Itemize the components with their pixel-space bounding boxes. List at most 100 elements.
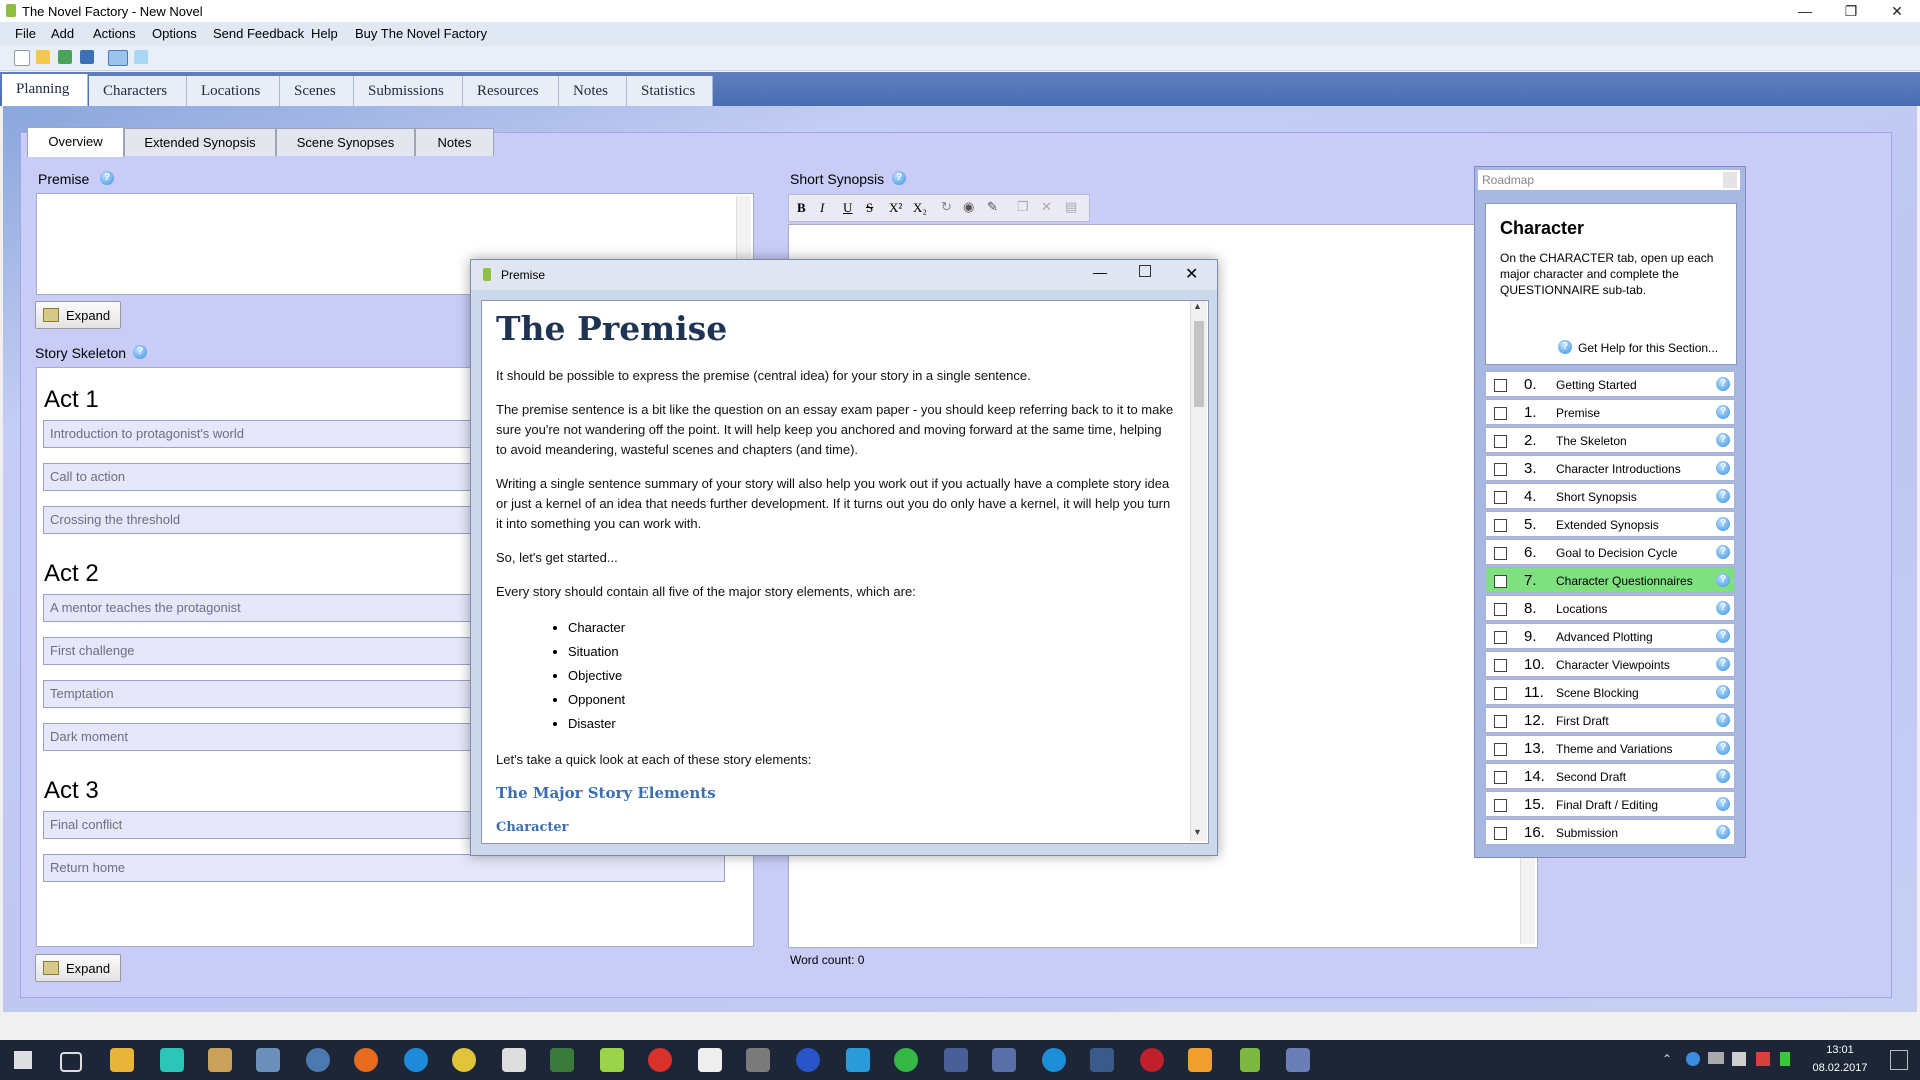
edge-icon[interactable]: [404, 1048, 428, 1072]
roadmap-checkbox[interactable]: [1494, 743, 1507, 756]
roadmap-item[interactable]: 10. Character Viewpoints?: [1485, 651, 1735, 677]
steam-icon[interactable]: [1090, 1048, 1114, 1072]
roadmap-checkbox[interactable]: [1494, 435, 1507, 448]
app-icon[interactable]: [256, 1048, 280, 1072]
roadmap-item[interactable]: 1. Premise?: [1485, 399, 1735, 425]
subtab-scene-synopses[interactable]: Scene Synopses: [276, 128, 415, 156]
help-icon[interactable]: ?: [1716, 461, 1730, 475]
italic-icon[interactable]: I: [820, 200, 824, 216]
roadmap-item[interactable]: 4. Short Synopsis?: [1485, 483, 1735, 509]
roadmap-item[interactable]: 0. Getting Started?: [1485, 371, 1735, 397]
help-icon[interactable]: ?: [1716, 741, 1730, 755]
subtab-extended-synopsis[interactable]: Extended Synopsis: [124, 128, 276, 156]
roadmap-item[interactable]: 3. Character Introductions?: [1485, 455, 1735, 481]
roadmap-checkbox[interactable]: [1494, 491, 1507, 504]
clock-time[interactable]: 13:01: [1810, 1044, 1870, 1056]
strikethrough-icon[interactable]: S: [866, 200, 873, 216]
help-icon[interactable]: ?: [1716, 545, 1730, 559]
roadmap-checkbox[interactable]: [1494, 603, 1507, 616]
help-icon[interactable]: ?: [1716, 657, 1730, 671]
help-icon[interactable]: ?: [1716, 601, 1730, 615]
volume-icon[interactable]: [1732, 1052, 1746, 1066]
layout-icon[interactable]: [108, 50, 128, 66]
roadmap-item[interactable]: 6. Goal to Decision Cycle?: [1485, 539, 1735, 565]
dialog-minimize-icon[interactable]: —: [1093, 264, 1107, 280]
subscript-icon[interactable]: X₂: [913, 200, 927, 216]
menu-actions[interactable]: Actions: [93, 26, 136, 41]
app-icon[interactable]: [160, 1048, 184, 1072]
roadmap-item[interactable]: 9. Advanced Plotting?: [1485, 623, 1735, 649]
dialog-scrollbar[interactable]: ▲ ▼: [1190, 301, 1207, 841]
help-icon[interactable]: ?: [1716, 713, 1730, 727]
roadmap-item[interactable]: 12. First Draft?: [1485, 707, 1735, 733]
app-icon[interactable]: [550, 1048, 574, 1072]
roadmap-item[interactable]: 5. Extended Synopsis?: [1485, 511, 1735, 537]
roadmap-item[interactable]: 8. Locations?: [1485, 595, 1735, 621]
synopsis-help-icon[interactable]: ?: [892, 171, 906, 185]
menu-file[interactable]: File: [15, 26, 36, 41]
cut-icon[interactable]: ✕: [1041, 199, 1052, 215]
redo-icon[interactable]: ↻: [941, 199, 952, 215]
firefox-icon[interactable]: [354, 1048, 378, 1072]
roadmap-checkbox[interactable]: [1494, 827, 1507, 840]
skeleton-help-icon[interactable]: ?: [133, 345, 147, 359]
tab-scenes[interactable]: Scenes: [280, 76, 354, 106]
roadmap-checkbox[interactable]: [1494, 463, 1507, 476]
roadmap-checkbox[interactable]: [1494, 659, 1507, 672]
dialog-maximize-icon[interactable]: [1139, 265, 1151, 277]
app-icon[interactable]: [944, 1048, 968, 1072]
app-icon[interactable]: [600, 1048, 624, 1072]
task-view-icon[interactable]: [60, 1052, 82, 1072]
subtab-notes[interactable]: Notes: [415, 128, 494, 156]
help-icon[interactable]: ?: [1716, 433, 1730, 447]
roadmap-item[interactable]: 16. Submission?: [1485, 819, 1735, 845]
new-file-icon[interactable]: [14, 50, 30, 66]
help-icon[interactable]: ?: [1558, 340, 1572, 354]
app-icon[interactable]: [208, 1048, 232, 1072]
help-icon[interactable]: ?: [1716, 377, 1730, 391]
network-icon[interactable]: [1708, 1052, 1724, 1064]
scroll-up-icon[interactable]: ▲: [1193, 301, 1202, 311]
roadmap-item[interactable]: 14. Second Draft?: [1485, 763, 1735, 789]
app-icon[interactable]: [306, 1048, 330, 1072]
roadmap-checkbox[interactable]: [1494, 631, 1507, 644]
roadmap-checkbox[interactable]: [1494, 715, 1507, 728]
save-icon[interactable]: [80, 50, 94, 64]
help-icon[interactable]: ?: [1716, 489, 1730, 503]
roadmap-item[interactable]: 11. Scene Blocking?: [1485, 679, 1735, 705]
roadmap-checkbox[interactable]: [1494, 519, 1507, 532]
help-icon[interactable]: ?: [1716, 517, 1730, 531]
file-explorer-icon[interactable]: [110, 1048, 134, 1072]
roadmap-help-link[interactable]: Get Help for this Section...: [1578, 341, 1718, 355]
subtab-overview[interactable]: Overview: [27, 127, 124, 157]
app-icon[interactable]: [796, 1048, 820, 1072]
tray-chevron-icon[interactable]: ⌃: [1662, 1052, 1672, 1066]
start-icon[interactable]: [14, 1051, 32, 1069]
tab-submissions[interactable]: Submissions: [354, 76, 463, 106]
menu-add[interactable]: Add: [51, 26, 74, 41]
copy-icon[interactable]: ❐: [1017, 199, 1029, 215]
roadmap-checkbox[interactable]: [1494, 687, 1507, 700]
tab-notes[interactable]: Notes: [559, 76, 627, 106]
app-icon[interactable]: [1286, 1048, 1310, 1072]
help-icon[interactable]: ?: [1716, 769, 1730, 783]
app-icon[interactable]: [698, 1048, 722, 1072]
app-icon[interactable]: [1140, 1048, 1164, 1072]
replace-icon[interactable]: ✎: [987, 199, 998, 215]
app-icon[interactable]: [1042, 1048, 1066, 1072]
battery-icon[interactable]: [1780, 1052, 1790, 1066]
save-as-icon[interactable]: [58, 50, 72, 64]
roadmap-close-icon[interactable]: [1723, 172, 1737, 188]
premise-expand-button[interactable]: Expand: [35, 301, 121, 329]
tray-icon[interactable]: [1686, 1052, 1700, 1066]
roadmap-item[interactable]: 13. Theme and Variations?: [1485, 735, 1735, 761]
app-icon[interactable]: [746, 1048, 770, 1072]
menu-send-feedback[interactable]: Send Feedback: [213, 26, 304, 41]
app-icon[interactable]: [992, 1048, 1016, 1072]
help-icon[interactable]: ?: [1716, 629, 1730, 643]
tray-icon[interactable]: [1756, 1052, 1770, 1066]
tab-locations[interactable]: Locations: [187, 76, 280, 106]
app-icon[interactable]: [1188, 1048, 1212, 1072]
find-icon[interactable]: ◉: [963, 199, 974, 215]
bold-icon[interactable]: B: [797, 200, 806, 216]
